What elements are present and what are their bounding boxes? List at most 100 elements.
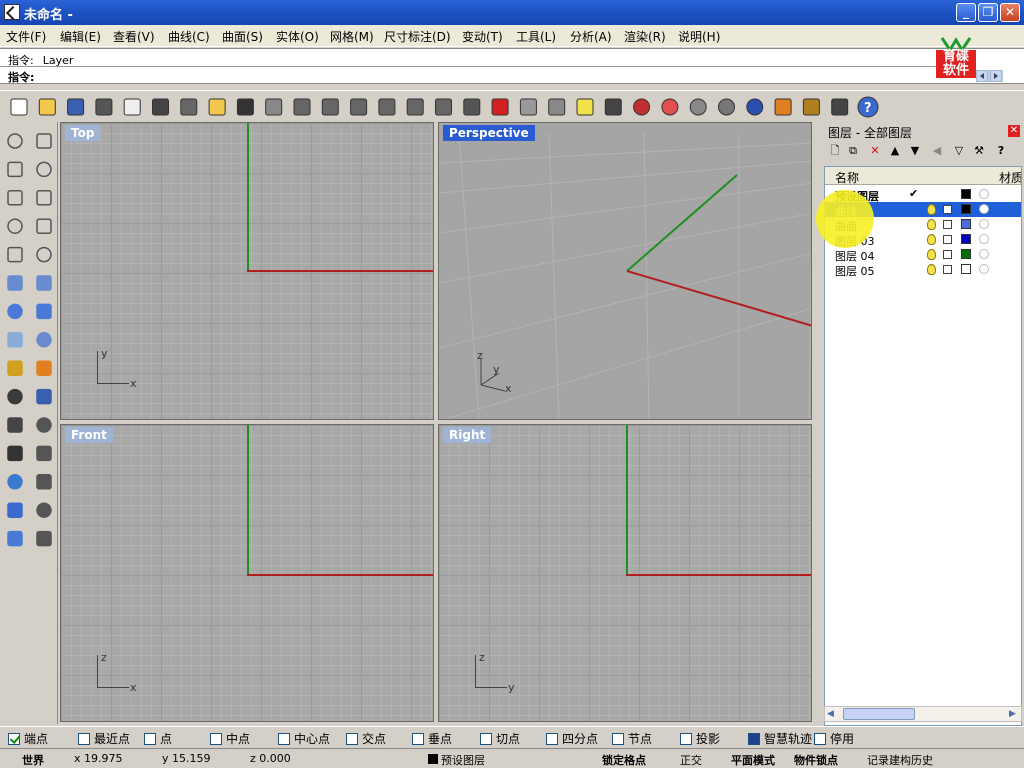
close-button[interactable]: ✕ — [1000, 3, 1020, 22]
light-icon[interactable] — [576, 98, 594, 116]
material-icon[interactable] — [979, 264, 989, 274]
move-down-icon[interactable]: ▼ — [908, 144, 922, 158]
layer-color-swatch[interactable] — [961, 234, 971, 244]
group-icon[interactable] — [36, 417, 52, 433]
osnap-checkbox[interactable] — [612, 733, 624, 745]
viewport-perspective[interactable]: Perspective z y x — [438, 122, 812, 420]
unlock-icon[interactable] — [943, 235, 952, 244]
pan-icon[interactable] — [265, 98, 283, 116]
tools-icon[interactable]: ⚒ — [972, 144, 986, 158]
viewport-label-right[interactable]: Right — [443, 427, 492, 443]
osnap-checkbox[interactable] — [346, 733, 358, 745]
lightbulb-icon[interactable] — [927, 249, 936, 260]
menu-view[interactable]: 查看(V) — [113, 28, 155, 45]
box-icon[interactable] — [7, 303, 23, 320]
viewport-label-front[interactable]: Front — [65, 427, 113, 443]
import-icon[interactable] — [123, 98, 141, 116]
layer-row[interactable]: 图层 04 — [825, 247, 1021, 263]
osnap-checkbox[interactable] — [412, 733, 424, 745]
viewport-label-top[interactable]: Top — [65, 125, 101, 141]
osnap-checkbox[interactable] — [480, 733, 492, 745]
construction-plane-icon[interactable] — [519, 98, 537, 116]
layer-color-swatch[interactable] — [961, 189, 971, 199]
scale-icon[interactable] — [36, 502, 52, 518]
layer-row[interactable]: 图层 03 — [825, 232, 1021, 248]
text-icon[interactable] — [7, 474, 23, 490]
undo-icon[interactable] — [236, 98, 254, 116]
osnap-option[interactable]: 停用 — [814, 730, 854, 747]
layer-color-swatch[interactable] — [961, 249, 971, 259]
layer-row[interactable]: 图层 05 — [825, 262, 1021, 278]
lightbulb-icon[interactable] — [927, 234, 936, 245]
lock-icon[interactable] — [604, 98, 622, 116]
status-layer[interactable]: 预设图层 — [441, 752, 485, 768]
new-sublayer-icon[interactable]: ⧉ — [846, 144, 860, 158]
material-icon[interactable] — [979, 249, 989, 259]
menu-tools[interactable]: 工具(L) — [516, 28, 556, 45]
arc-icon[interactable] — [7, 218, 23, 234]
object-snap-icon[interactable] — [548, 98, 566, 116]
zoom-window-icon[interactable] — [350, 98, 368, 116]
status-history[interactable]: 记录建构历史 — [867, 752, 933, 768]
car-icon[interactable] — [491, 98, 509, 116]
unlock-icon[interactable] — [943, 250, 952, 259]
command-prompt[interactable]: 指令: — [8, 69, 34, 85]
open-icon[interactable] — [38, 98, 56, 116]
menu-render[interactable]: 渲染(R) — [624, 28, 666, 45]
menu-edit[interactable]: 编辑(E) — [60, 28, 101, 45]
curve-icon[interactable] — [36, 161, 52, 178]
material-icon[interactable] — [979, 189, 989, 199]
osnap-checkbox[interactable] — [144, 733, 156, 745]
curve-tool-icon[interactable] — [7, 445, 23, 462]
explode-icon[interactable] — [36, 360, 52, 376]
layer-row[interactable]: 预设图层 ✔ — [825, 187, 1021, 203]
osnap-checkbox[interactable] — [680, 733, 692, 745]
osnap-checkbox[interactable] — [278, 733, 290, 745]
osnap-option[interactable]: 四分点 — [546, 730, 598, 747]
zoom-selected-icon[interactable] — [406, 98, 424, 116]
edit-icon[interactable] — [774, 98, 792, 116]
move-icon[interactable] — [36, 474, 52, 490]
menu-surface[interactable]: 曲面(S) — [222, 28, 263, 45]
properties-icon[interactable] — [831, 98, 849, 116]
dimension-icon[interactable] — [36, 530, 52, 547]
viewport-front[interactable]: Front z x — [60, 424, 434, 722]
viewport-label-perspective[interactable]: Perspective — [443, 125, 535, 141]
grid-sphere-icon[interactable] — [718, 98, 735, 116]
osnap-checkbox[interactable] — [210, 733, 222, 745]
new-layer-icon[interactable]: 🗋 — [828, 144, 842, 158]
osnap-option[interactable]: 切点 — [480, 730, 520, 747]
osnap-checkbox[interactable] — [748, 733, 760, 745]
layers-horizontal-scrollbar[interactable]: ◀ ▶ — [824, 706, 1022, 722]
status-planar[interactable]: 平面模式 — [731, 752, 775, 768]
osnap-option[interactable]: 端点 — [8, 730, 48, 747]
osnap-option[interactable]: 点 — [144, 730, 172, 747]
ellipse-icon[interactable] — [36, 190, 52, 206]
four-viewports-icon[interactable] — [463, 98, 481, 116]
array-icon[interactable] — [7, 502, 23, 518]
move-up-icon[interactable]: ▲ — [888, 144, 902, 158]
layer-color-swatch[interactable] — [961, 264, 971, 274]
status-ortho[interactable]: 正交 — [680, 752, 702, 768]
copy-icon[interactable] — [180, 98, 198, 116]
help-icon[interactable]: ? — [857, 96, 879, 118]
osnap-checkbox[interactable] — [8, 733, 20, 745]
status-grid-snap[interactable]: 锁定格点 — [602, 752, 646, 768]
app-icon[interactable] — [4, 4, 20, 20]
layer-row[interactable]: 曲线 — [825, 202, 1021, 218]
osnap-checkbox[interactable] — [814, 733, 826, 745]
lightbulb-icon[interactable] — [927, 264, 936, 275]
arc-tool-icon[interactable] — [36, 445, 52, 462]
layer-color-swatch[interactable] — [961, 204, 971, 214]
layer-color-swatch[interactable] — [961, 219, 971, 229]
cut-icon[interactable] — [152, 98, 169, 116]
select-icon[interactable] — [7, 133, 23, 149]
osnap-checkbox[interactable] — [78, 733, 90, 745]
render-sphere-icon[interactable] — [746, 98, 764, 116]
unlock-icon[interactable] — [943, 220, 952, 229]
osnap-option[interactable]: 垂点 — [412, 730, 452, 747]
zoom-extents-icon[interactable] — [378, 98, 396, 116]
menu-file[interactable]: 文件(F) — [6, 28, 46, 45]
delete-layer-icon[interactable]: ✕ — [868, 144, 882, 158]
layer-icon[interactable] — [633, 98, 651, 116]
